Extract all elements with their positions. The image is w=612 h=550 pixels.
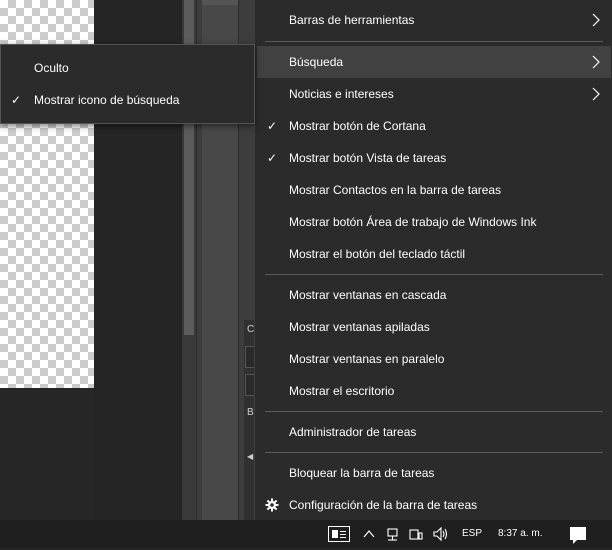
submenu-item-hidden[interactable]: Oculto bbox=[1, 52, 254, 84]
menu-item-taskbar-settings[interactable]: Configuración de la barra de tareas bbox=[255, 489, 612, 521]
menu-item-label: Mostrar botón Vista de tareas bbox=[289, 151, 447, 165]
language-indicator[interactable]: ESP bbox=[462, 525, 482, 543]
menu-item-label: Mostrar botón Área de trabajo de Windows… bbox=[289, 215, 537, 229]
menu-item-show-ink-workspace[interactable]: Mostrar botón Área de trabajo de Windows… bbox=[255, 206, 612, 238]
menu-item-lock-taskbar[interactable]: Bloquear la barra de tareas bbox=[255, 457, 612, 489]
menu-item-side-by-side-windows[interactable]: Mostrar ventanas en paralelo bbox=[255, 343, 612, 375]
menu-item-label: Mostrar ventanas apiladas bbox=[289, 320, 430, 334]
menu-item-label: Mostrar Contactos en la barra de tareas bbox=[289, 183, 502, 197]
menu-item-label: Mostrar botón de Cortana bbox=[289, 119, 426, 133]
menu-item-task-manager[interactable]: Administrador de tareas bbox=[255, 416, 612, 448]
menu-separator bbox=[265, 452, 603, 453]
search-submenu: Oculto ✓ Mostrar icono de búsqueda bbox=[0, 44, 255, 124]
menu-item-search[interactable]: Búsqueda bbox=[257, 46, 611, 78]
menu-item-cascade-windows[interactable]: Mostrar ventanas en cascada bbox=[255, 279, 612, 311]
clock[interactable]: 8:37 a. m. bbox=[498, 525, 542, 543]
submenu-item-label: Oculto bbox=[34, 61, 69, 75]
menu-item-show-cortana[interactable]: ✓ Mostrar botón de Cortana bbox=[255, 110, 612, 142]
menu-item-label: Búsqueda bbox=[289, 55, 344, 69]
checkmark-icon: ✓ bbox=[267, 119, 278, 133]
background-label-b: B bbox=[247, 407, 254, 418]
menu-separator bbox=[265, 274, 603, 275]
checkmark-icon: ✓ bbox=[11, 93, 22, 107]
chevron-up-icon[interactable] bbox=[363, 524, 375, 544]
menu-item-toolbars[interactable]: Barras de herramientas bbox=[255, 4, 612, 36]
background-arrow-icon: ◀ bbox=[247, 452, 254, 461]
submenu-item-show-search-icon[interactable]: ✓ Mostrar icono de búsqueda bbox=[1, 84, 254, 116]
menu-separator bbox=[265, 41, 603, 42]
menu-item-label: Administrador de tareas bbox=[289, 425, 417, 439]
news-icon[interactable] bbox=[328, 526, 350, 542]
menu-item-show-contacts[interactable]: Mostrar Contactos en la barra de tareas bbox=[255, 174, 612, 206]
volume-icon[interactable] bbox=[432, 524, 450, 544]
menu-item-label: Barras de herramientas bbox=[289, 13, 415, 27]
device-icon[interactable] bbox=[408, 524, 424, 544]
menu-item-label: Configuración de la barra de tareas bbox=[289, 498, 478, 512]
menu-item-label: Bloquear la barra de tareas bbox=[289, 466, 435, 480]
chevron-right-icon bbox=[592, 55, 600, 69]
chevron-right-icon bbox=[592, 87, 600, 101]
background-panel-header bbox=[202, 0, 238, 5]
submenu-item-label: Mostrar icono de búsqueda bbox=[34, 93, 180, 107]
menu-item-stacked-windows[interactable]: Mostrar ventanas apiladas bbox=[255, 311, 612, 343]
menu-item-label: Mostrar ventanas en paralelo bbox=[289, 352, 445, 366]
menu-item-show-task-view[interactable]: ✓ Mostrar botón Vista de tareas bbox=[255, 142, 612, 174]
menu-item-label: Noticias e intereses bbox=[289, 87, 394, 101]
notification-icon[interactable] bbox=[570, 527, 586, 544]
taskbar-context-menu: Barras de herramientas Búsqueda Noticias… bbox=[254, 0, 612, 520]
menu-item-show-touch-keyboard[interactable]: Mostrar el botón del teclado táctil bbox=[255, 238, 612, 270]
chevron-right-icon bbox=[592, 13, 600, 27]
checkmark-icon: ✓ bbox=[267, 151, 278, 165]
network-icon[interactable] bbox=[386, 524, 400, 544]
menu-item-label: Mostrar el escritorio bbox=[289, 384, 395, 398]
menu-item-label: Mostrar ventanas en cascada bbox=[289, 288, 447, 302]
menu-separator bbox=[265, 411, 603, 412]
menu-item-label: Mostrar el botón del teclado táctil bbox=[289, 247, 466, 261]
gear-icon bbox=[265, 498, 279, 512]
menu-item-news-and-interests[interactable]: Noticias e intereses bbox=[255, 78, 612, 110]
menu-item-show-desktop[interactable]: Mostrar el escritorio bbox=[255, 375, 612, 407]
